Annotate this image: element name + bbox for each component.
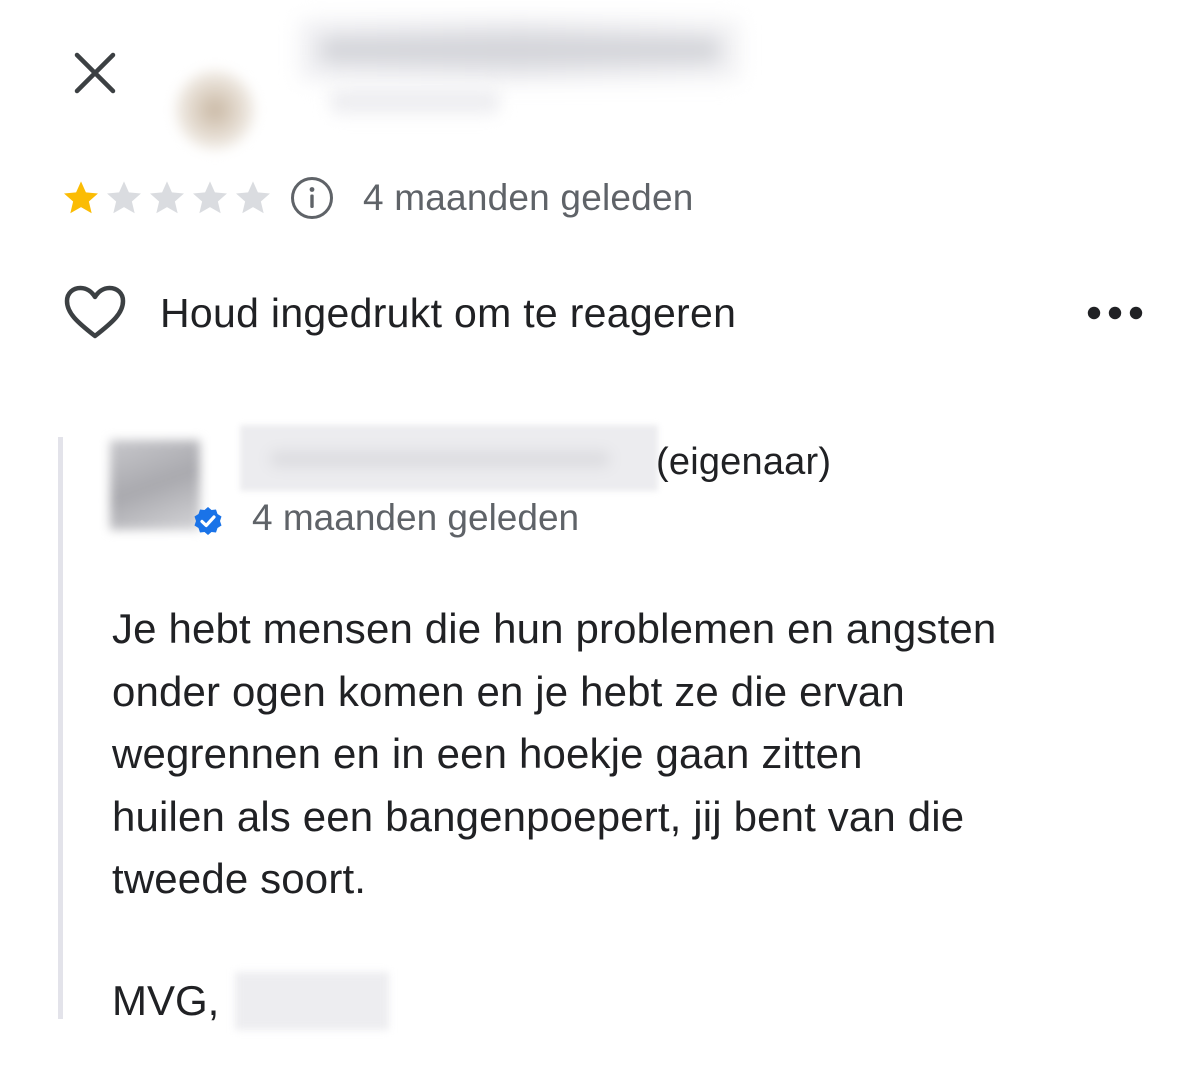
star-icon-empty [236, 181, 270, 214]
reply-line: wegrennen en in een hoekje gaan zitten [112, 730, 863, 777]
reviewer-meta-redacted [330, 88, 500, 114]
more-options-button[interactable] [1082, 290, 1148, 336]
star-icon-empty [150, 181, 184, 214]
close-button[interactable] [62, 40, 128, 106]
reply-line: onder ogen komen en je hebt ze die ervan [112, 667, 905, 715]
reply-line: huilen als een bangenpoepert, jij bent v… [112, 792, 965, 840]
reviewer-name-redacted[interactable] [300, 20, 740, 80]
owner-reply-text: Je hebt mensen die hun problemen en angs… [112, 598, 1152, 911]
owner-avatar[interactable] [110, 440, 200, 530]
signoff-text: MVG, [112, 977, 220, 1024]
close-icon [74, 52, 116, 94]
heart-icon [64, 285, 126, 339]
react-row[interactable]: Houd ingedrukt om te reageren [62, 280, 736, 346]
star-icon-empty [107, 181, 141, 214]
review-time: 4 maanden geleden [363, 177, 694, 218]
star-icon-filled [64, 181, 98, 214]
verified-badge-icon [194, 507, 222, 535]
reply-signoff: MVG, [112, 970, 390, 1032]
owner-name-redacted[interactable] [240, 425, 658, 491]
signoff-name-redacted [235, 972, 390, 1030]
owner-tag: (eigenaar) [656, 441, 832, 483]
reply-line: tweede soort. [112, 855, 367, 902]
info-icon [291, 177, 333, 219]
rating-row: 4 maanden geleden [60, 172, 694, 224]
reply-divider [58, 437, 63, 1019]
reviewer-avatar[interactable] [175, 70, 255, 150]
react-hint: Houd ingedrukt om te reageren [160, 289, 737, 336]
like-button[interactable] [62, 280, 128, 346]
owner-reply-time: 4 maanden geleden [252, 497, 580, 538]
star-rating [60, 177, 275, 219]
star-icon-empty [193, 181, 227, 214]
reply-line: Je hebt mensen die hun problemen en angs… [112, 605, 997, 652]
more-horizontal-icon [1087, 306, 1143, 320]
rating-info-button[interactable] [289, 175, 335, 221]
